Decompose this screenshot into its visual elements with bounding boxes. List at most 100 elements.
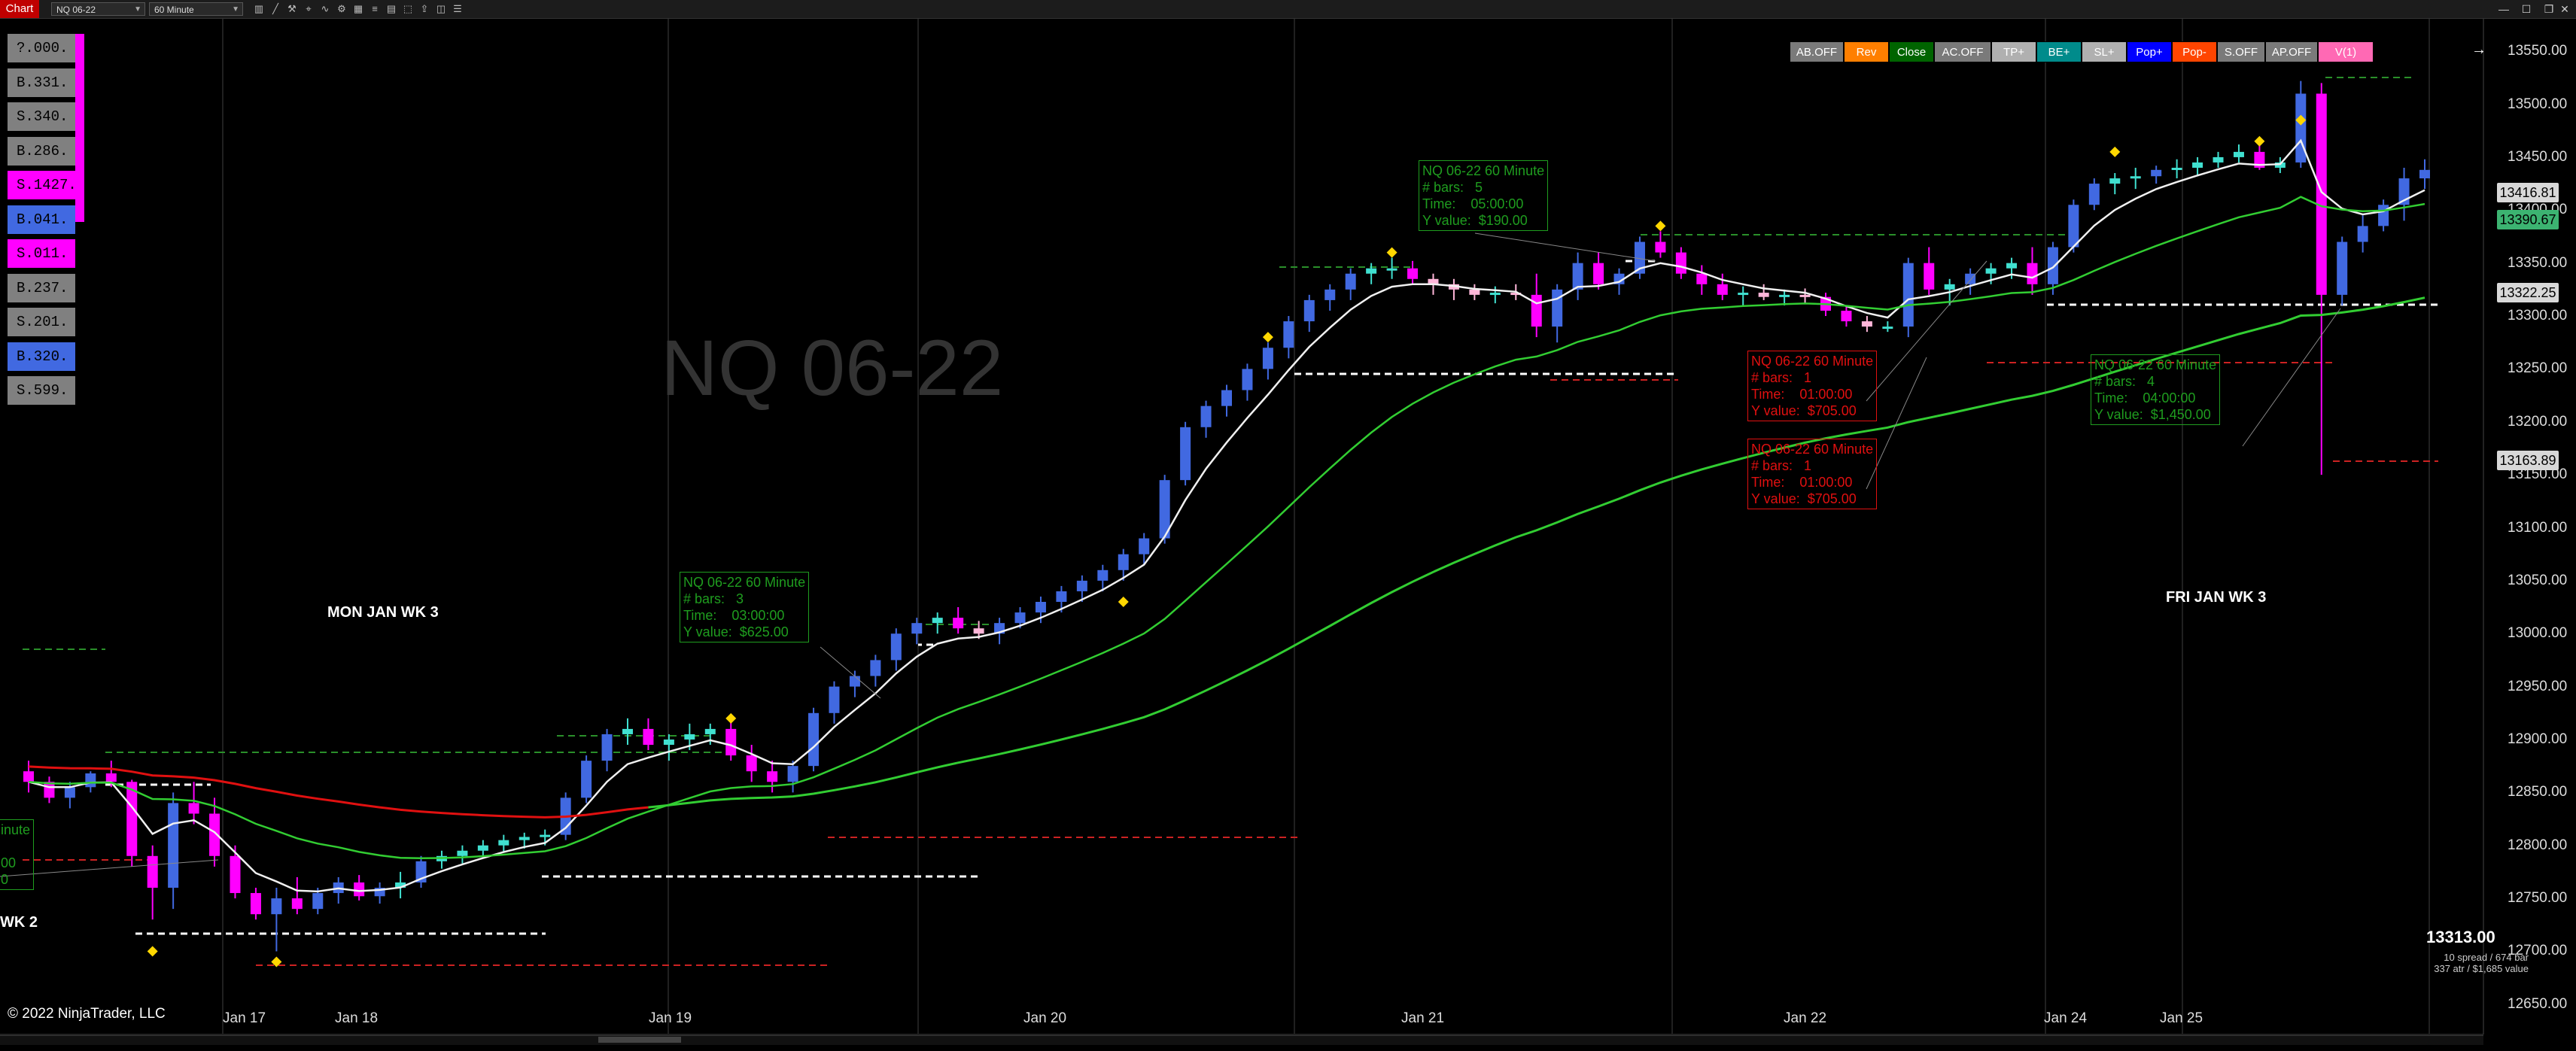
candle-body <box>1861 321 1872 327</box>
candle-body <box>1056 591 1067 603</box>
minimize-icon[interactable]: — <box>2492 2 2515 17</box>
candle-body <box>870 660 881 676</box>
candle-body <box>1552 289 1563 327</box>
instrument-watermark: NQ 06-22 <box>661 324 1004 412</box>
template-icon[interactable]: ▦ <box>351 2 365 16</box>
bar-type-icon[interactable]: ▥ <box>252 2 266 16</box>
chart-button-pop-[interactable]: Pop- <box>2172 41 2217 62</box>
candle-body <box>1902 263 1914 327</box>
instrument-selector[interactable]: NQ 06-22 ▼ <box>51 2 145 16</box>
price-tick-label: 13300.00 <box>2508 308 2568 324</box>
last-price-readout: 13313.00 <box>2426 928 2495 946</box>
arrow-right-icon[interactable]: → <box>2471 41 2486 59</box>
candle-body <box>126 782 138 856</box>
candle-body <box>1655 241 1666 253</box>
candle-body <box>2419 169 2430 179</box>
chart-button-sl-[interactable]: SL+ <box>2082 41 2127 62</box>
ruler-info-box-b: NQ 06-22 60 Minute # bars: 3 Time: 03:00… <box>680 572 810 642</box>
chart-button-ab-off[interactable]: AB.OFF <box>1790 41 1844 62</box>
candle-body <box>581 761 592 798</box>
candle-body <box>2151 169 2162 177</box>
position-bar <box>75 34 84 222</box>
candle-body <box>498 840 509 846</box>
snapshot-icon[interactable]: ◫ <box>434 2 448 16</box>
week-label-mon: MON JAN WK 3 <box>327 604 439 621</box>
trade-label: B.286. <box>8 136 75 166</box>
candle-body <box>684 734 695 740</box>
chart-button-v-1-[interactable]: V(1) <box>2318 41 2374 62</box>
candle-body <box>725 728 737 756</box>
candle-body <box>2337 241 2348 295</box>
candle-body <box>2378 205 2389 226</box>
chart-tab[interactable]: Chart <box>0 0 39 18</box>
chart-button-be-[interactable]: BE+ <box>2036 41 2082 62</box>
candle-body <box>973 628 984 634</box>
time-tick-label: Jan 19 <box>649 1010 692 1026</box>
copyright-text: © 2022 NinjaTrader, LLC <box>8 1006 166 1022</box>
close-icon[interactable]: ✕ <box>2553 2 2576 17</box>
price-chart-svg <box>0 19 2484 1035</box>
candle-body <box>85 773 96 788</box>
candle-body <box>1924 263 1935 290</box>
maximize-icon[interactable]: ☐ <box>2515 2 2538 17</box>
draw-line-icon[interactable]: ╱ <box>269 2 282 16</box>
share-icon[interactable]: ⇪ <box>418 2 431 16</box>
candle-body <box>1696 273 1708 284</box>
candle-body <box>312 893 324 910</box>
time-tick-label: Jan 18 <box>335 1010 379 1026</box>
chart-button-s-off[interactable]: S.OFF <box>2217 41 2265 62</box>
properties-icon[interactable]: ≡ <box>368 2 382 16</box>
trade-label: S.599. <box>8 376 75 405</box>
interval-value: 60 Minute <box>154 5 194 15</box>
horizontal-scrollbar[interactable] <box>0 1035 2483 1045</box>
candle-body <box>540 834 551 837</box>
data-box-icon[interactable]: ▤ <box>385 2 398 16</box>
chart-button-tp-[interactable]: TP+ <box>1991 41 2036 62</box>
candle-body <box>291 898 303 910</box>
candle-body <box>2192 162 2203 168</box>
candle-body <box>1366 268 1377 274</box>
candle-body <box>1572 263 1583 290</box>
candle-body <box>2171 167 2182 170</box>
time-tick-label: Jan 17 <box>223 1010 266 1026</box>
interval-selector[interactable]: 60 Minute ▼ <box>149 2 243 16</box>
candle-body <box>2006 263 2018 269</box>
pointer-icon[interactable]: ⌖ <box>302 2 315 16</box>
candle-body <box>601 734 613 761</box>
price-tick-label: 13450.00 <box>2508 148 2568 165</box>
candle-body <box>105 773 117 782</box>
candle-body <box>890 633 902 661</box>
candle-body <box>1965 273 1976 284</box>
price-tick-label: 12650.00 <box>2508 995 2568 1012</box>
trade-label: S.011. <box>8 239 75 268</box>
candle-body <box>622 728 633 734</box>
strategy-icon[interactable]: ⚙ <box>335 2 348 16</box>
chart-plot-area[interactable]: NQ 06-22 AB.OFF Rev Close AC.OFF TP+ BE+ SL+ Po… <box>0 19 2576 1051</box>
chart-button-rev[interactable]: Rev <box>1844 41 1889 62</box>
candle-body <box>1944 284 1955 290</box>
candle-body <box>1469 289 1480 295</box>
scrollbar-thumb[interactable] <box>598 1037 681 1043</box>
signal-diamond <box>1655 220 1666 232</box>
candle-body <box>1882 327 1893 330</box>
candle-body <box>746 755 757 772</box>
chart-trader-icon[interactable]: ☰ <box>451 2 464 16</box>
tools-icon[interactable]: ⚒ <box>285 2 299 16</box>
candle-body <box>767 771 778 782</box>
chart-button-close[interactable]: Close <box>1889 41 1934 62</box>
indicator-icon[interactable]: ∿ <box>318 2 332 16</box>
instrument-value: NQ 06-22 <box>56 5 96 15</box>
trade-label: B.320. <box>8 342 75 371</box>
candle-body <box>953 618 964 629</box>
chart-button-pop-[interactable]: Pop+ <box>2127 41 2172 62</box>
signal-diamond <box>2109 146 2121 157</box>
chart-button-ap-off[interactable]: AP.OFF <box>2265 41 2318 62</box>
candle-body <box>168 803 179 888</box>
candle-body <box>1262 348 1273 369</box>
trade-label: S.340. <box>8 102 75 131</box>
quick-order-icon[interactable]: ⬚ <box>401 2 415 16</box>
candle-body <box>1180 427 1191 481</box>
chart-button-ac-off[interactable]: AC.OFF <box>1934 41 1991 62</box>
ruler-info-box-c: NQ 06-22 60 Minute # bars: 1 Time: 01:00… <box>1747 351 1878 421</box>
candle-body <box>1283 321 1294 348</box>
